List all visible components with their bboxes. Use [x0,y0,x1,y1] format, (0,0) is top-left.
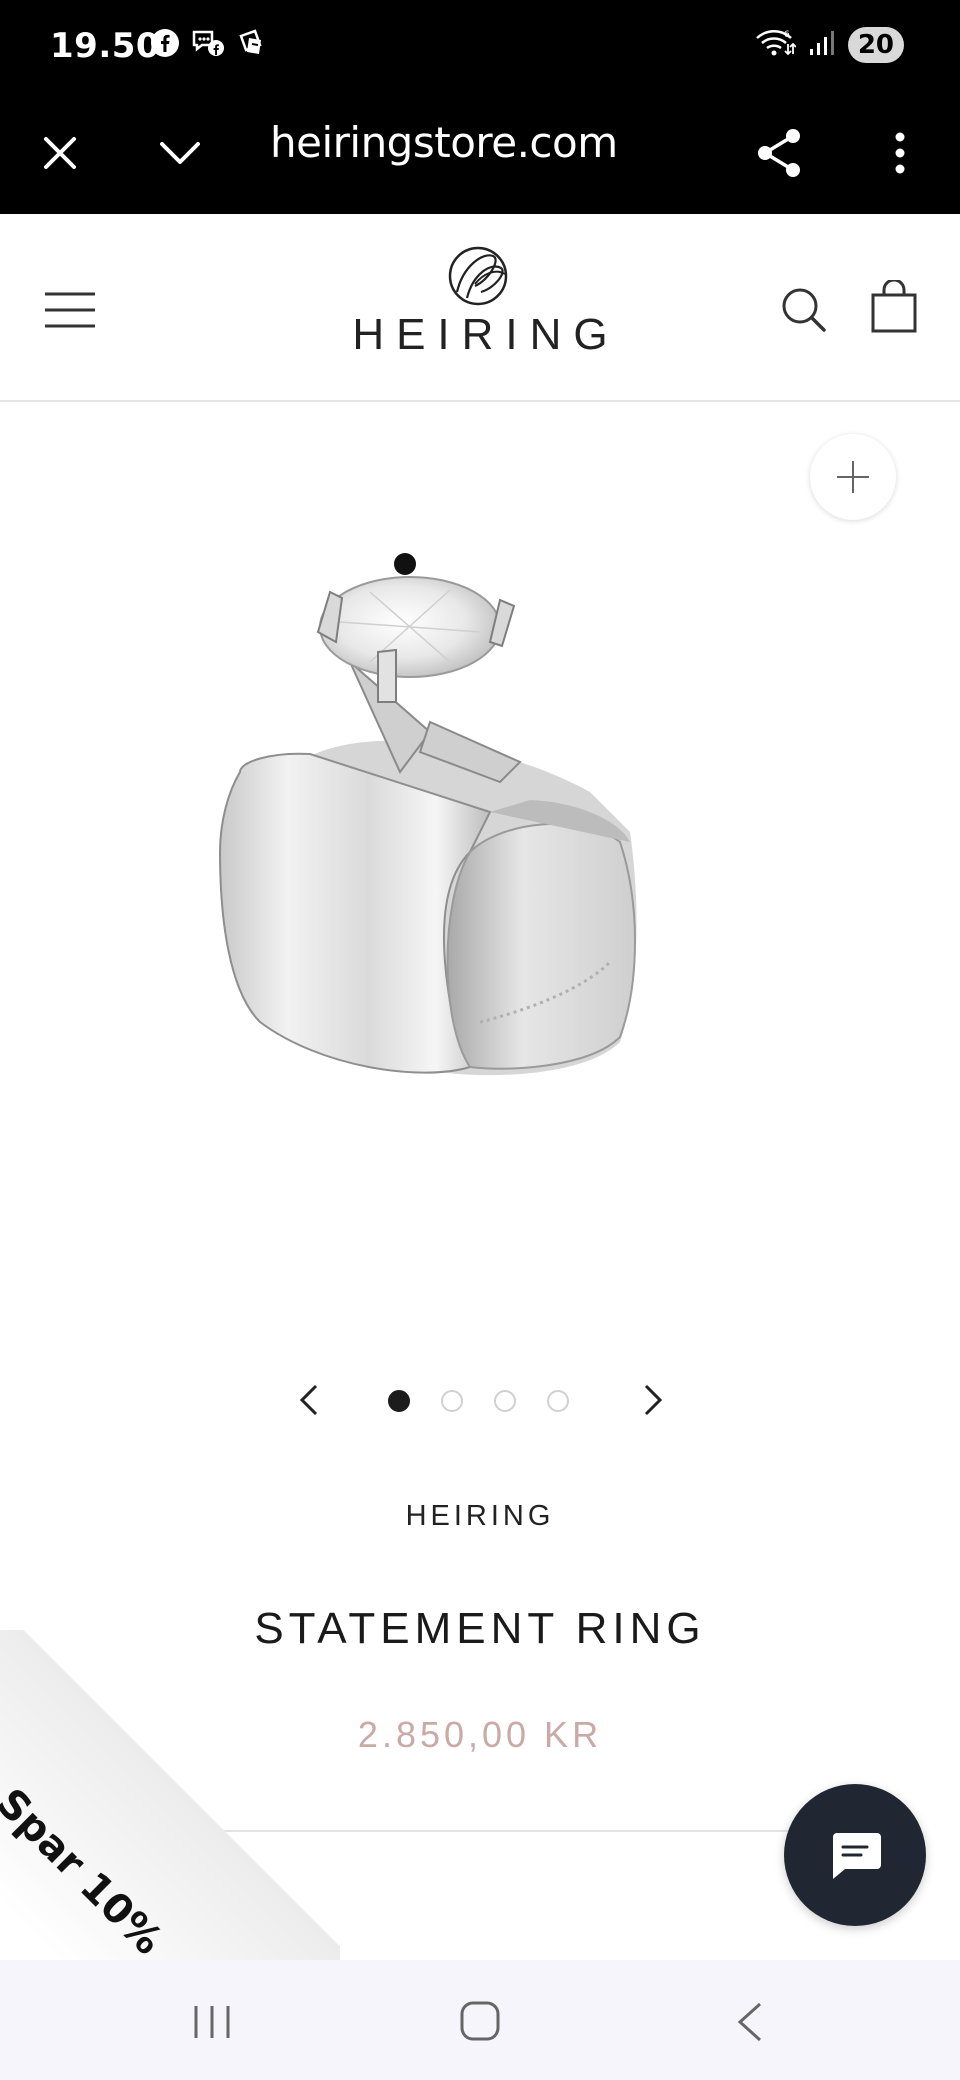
system-nav-bar [0,1960,960,2080]
zoom-plus-icon [837,461,869,493]
shopping-bag-icon [871,278,917,333]
chevron-left-icon [299,1384,318,1416]
chat-bubble-icon [833,1833,881,1879]
close-icon [44,137,76,169]
gallery-dot[interactable] [388,1390,410,1412]
share-button[interactable] [750,92,810,214]
cart-button[interactable] [870,278,918,334]
close-tab-button[interactable] [30,92,90,214]
back-button[interactable] [732,2000,768,2044]
share-icon [758,129,800,177]
gallery-next-button[interactable] [638,1382,666,1418]
recent-apps-button[interactable] [190,2002,234,2042]
minimize-button[interactable] [150,92,210,214]
logo-text: HEIRING [352,310,620,359]
promo-band [0,1630,340,1980]
back-icon [737,2002,762,2042]
gallery-dot[interactable] [547,1390,569,1412]
logo-mark-icon [448,246,508,306]
facebook-icon [150,28,180,58]
recent-apps-icon [194,2006,230,2038]
site-header: HEIRING [0,214,960,402]
search-icon [782,288,826,332]
messenger-icon [190,28,226,58]
more-options-button[interactable] [870,92,930,214]
status-time: 19.50 [50,26,161,66]
status-bar: 19.50 6 20 [0,0,960,92]
promo-ribbon[interactable]: Spar 10% [0,1630,340,1980]
browser-toolbar: heiringstore.com [0,92,960,214]
notification-icons [150,28,268,58]
search-button[interactable] [780,286,828,334]
product-brand[interactable]: HEIRING [0,1500,960,1533]
zoom-button[interactable] [810,434,896,520]
product-image-ring[interactable] [200,522,720,1142]
site-logo[interactable]: HEIRING [330,244,630,384]
notification-app-icon [236,28,268,58]
signal-icon [808,27,836,62]
svg-text:6: 6 [784,30,790,40]
home-button[interactable] [458,1998,502,2044]
battery-indicator: 20 [847,26,904,63]
status-right: 6 20 [754,26,904,63]
home-icon [460,2001,500,2041]
chevron-down-icon [160,142,200,164]
wifi-icon: 6 [754,26,797,63]
menu-button[interactable] [44,292,96,328]
more-vert-icon [895,132,905,174]
chevron-right-icon [644,1384,663,1416]
gallery-dot[interactable] [494,1390,516,1412]
url-text[interactable]: heiringstore.com [270,118,618,167]
product-gallery[interactable] [0,402,960,1416]
hamburger-menu-icon [45,292,95,328]
gallery-dot[interactable] [441,1390,463,1412]
gallery-prev-button[interactable] [296,1382,324,1418]
gallery-dots [388,1390,569,1412]
chat-button[interactable] [784,1784,926,1926]
